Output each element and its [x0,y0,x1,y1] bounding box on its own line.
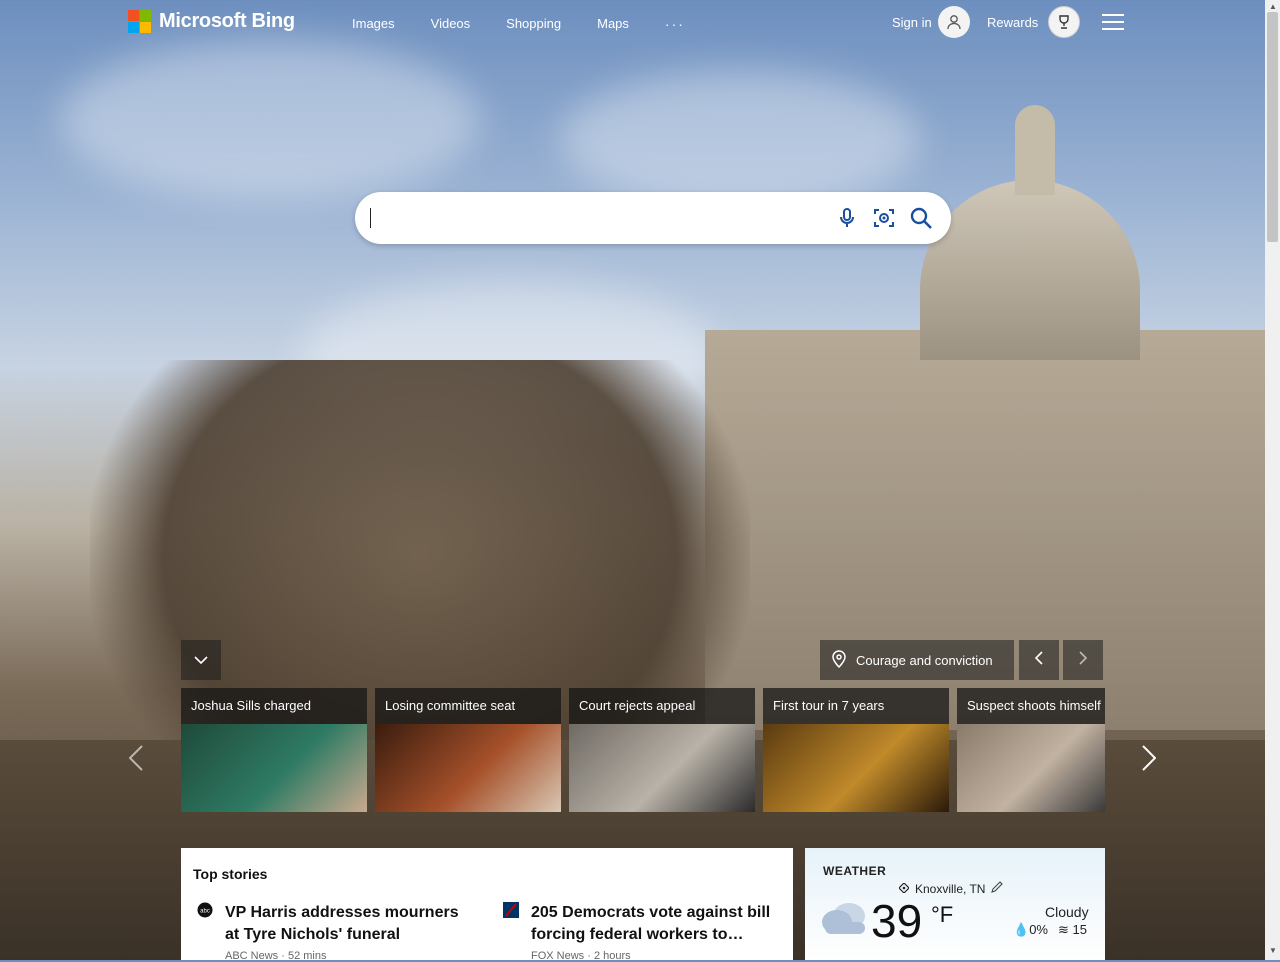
background-capitol-cupola [1015,105,1055,195]
news-card-image [763,724,949,812]
droplet-icon: 💧 [1013,922,1030,937]
sign-in-label: Sign in [892,14,932,30]
chevron-down-icon [194,651,208,669]
user-avatar-icon [937,6,970,38]
chevron-right-icon [1079,650,1088,670]
news-card-title: First tour in 7 years [773,698,885,713]
chevron-left-icon [128,744,143,776]
cloud-icon [819,900,869,941]
nav-more-button[interactable]: ··· [665,16,685,32]
news-card-image [957,724,1105,812]
wind-value: 15 [1072,922,1087,937]
main-nav: Images Videos Shopping Maps ··· [352,16,685,32]
scroll-down-arrow-icon[interactable]: ▼ [1269,946,1277,955]
news-card-title: Suspect shoots himself [967,698,1101,713]
chevron-right-icon [1142,744,1157,776]
top-stories-heading: Top stories [193,866,268,882]
edit-pencil-icon[interactable] [991,881,1004,896]
fox-news-logo-icon [503,902,519,918]
news-card-title: Court rejects appeal [579,698,696,713]
story-source: FOX News · 2 hours [531,950,631,962]
news-card-image [181,724,367,812]
location-name: Knoxville, TN [915,881,986,896]
background-capitol-dome [920,180,1140,360]
top-stories-panel: Top stories abc VP Harris addresses mour… [181,848,793,962]
precipitation-value: 0% [1029,922,1048,937]
nav-maps[interactable]: Maps [597,16,629,32]
news-card-title: Joshua Sills charged [191,698,311,713]
top-bar: Microsoft Bing Images Videos Shopping Ma… [0,0,1265,48]
nav-videos[interactable]: Videos [431,16,471,32]
location-pin-icon [832,649,846,671]
weather-condition: Cloudy [1045,904,1089,920]
story-source: ABC News · 52 mins [225,950,327,962]
search-input[interactable] [369,202,813,236]
wind: ≋ 15 [1058,922,1087,938]
carousel-next-button[interactable] [1137,740,1161,780]
background-cloud [560,70,920,210]
story-title[interactable]: 205 Democrats vote against bill forcing … [531,902,781,946]
nav-images[interactable]: Images [352,16,395,32]
mic-icon[interactable] [833,204,861,232]
story-title[interactable]: VP Harris addresses mourners at Tyre Nic… [225,902,475,946]
text-cursor [370,208,371,228]
brand-name: Microsoft Bing [159,10,295,32]
search-box [355,192,951,244]
search-icon[interactable] [907,204,935,232]
sign-in-button[interactable]: Sign in [892,6,970,38]
nav-shopping[interactable]: Shopping [506,16,561,32]
image-info-button[interactable]: Courage and conviction [820,640,1014,680]
news-card[interactable]: First tour in 7 years [763,688,949,812]
chevron-left-icon [1034,650,1043,670]
precipitation: 💧0% [1013,922,1048,938]
weather-stats: 💧0% ≋ 15 [1013,922,1087,938]
rewards-button[interactable]: Rewards [987,6,1081,38]
menu-icon[interactable] [1102,14,1124,30]
image-caption: Courage and conviction [856,652,993,668]
microsoft-logo-icon [128,10,151,33]
bing-logo[interactable]: Microsoft Bing [128,10,295,33]
collapse-feed-button[interactable] [181,640,221,680]
rewards-label: Rewards [987,14,1039,30]
news-card[interactable]: Joshua Sills charged [181,688,367,812]
visual-search-icon[interactable] [870,204,898,232]
news-card-image [375,724,561,812]
rewards-trophy-icon [1048,6,1081,38]
previous-image-button[interactable] [1019,640,1059,680]
abc-news-logo-icon: abc [197,902,213,918]
background-cloud [60,40,480,200]
news-card[interactable]: Court rejects appeal [569,688,755,812]
temperature-unit: °F [931,902,954,927]
temperature: 39 [871,895,923,947]
carousel-previous-button[interactable] [124,740,148,780]
next-image-button[interactable] [1063,640,1103,680]
wind-icon: ≋ [1057,922,1069,937]
news-card[interactable]: Suspect shoots himself [957,688,1105,812]
scrollbar-thumb[interactable] [1267,12,1278,242]
scroll-up-arrow-icon[interactable]: ▲ [1269,2,1277,11]
news-card-title: Losing committee seat [385,698,516,713]
svg-text:abc: abc [200,909,210,915]
news-card[interactable]: Losing committee seat [375,688,561,812]
news-card-image [569,724,755,812]
weather-heading: WEATHER [823,864,887,878]
weather-panel[interactable]: WEATHER Knoxville, TN 39 °F Cloudy 💧0% ≋… [805,848,1105,960]
